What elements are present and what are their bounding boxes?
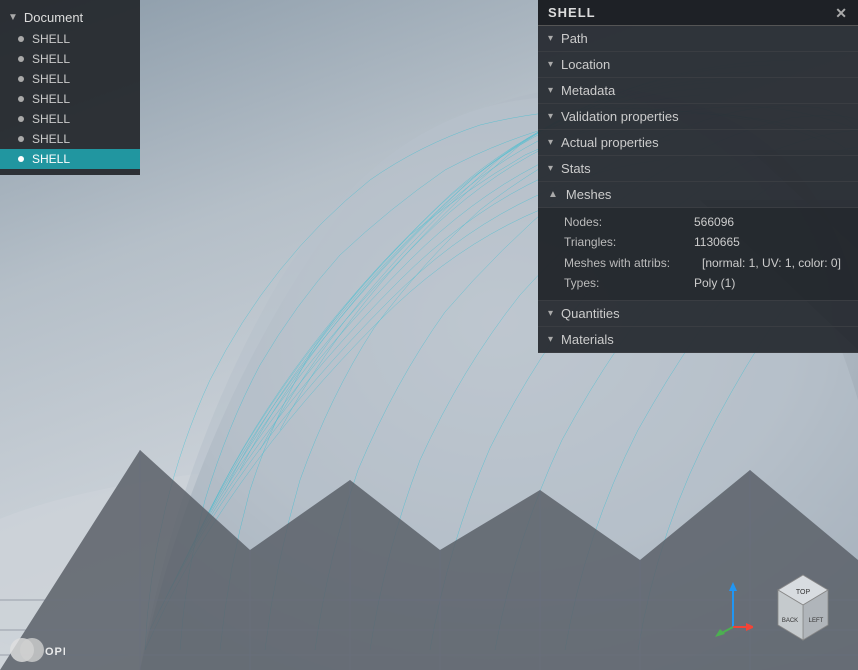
props-sections-container: ▾ Path ▾ Location ▾ Metadata ▾ Validation prope…	[538, 26, 858, 353]
tree-item-bullet	[18, 156, 24, 162]
tree-item-shell-2[interactable]: SHELL	[0, 69, 140, 89]
props-section-metadata[interactable]: ▾ Metadata	[538, 78, 858, 104]
tree-item-label: SHELL	[32, 72, 70, 86]
svg-text:TOP: TOP	[796, 589, 811, 596]
attribs-value: [normal: 1, UV: 1, color: 0]	[702, 253, 841, 273]
types-row: Types: Poly (1)	[564, 273, 848, 293]
tree-collapse-icon[interactable]: ▼	[8, 12, 18, 23]
section-chevron-icon: ▲	[548, 189, 558, 200]
props-section-path[interactable]: ▾ Path	[538, 26, 858, 52]
tree-item-label: SHELL	[32, 52, 70, 66]
tree-item-bullet	[18, 96, 24, 102]
section-chevron-icon: ▾	[548, 33, 553, 44]
section-chevron-icon: ▾	[548, 334, 553, 345]
close-button[interactable]: ✕	[835, 6, 848, 20]
nodes-value: 566096	[694, 212, 734, 232]
section-chevron-icon: ▾	[548, 85, 553, 96]
nodes-row: Nodes: 566096	[564, 212, 848, 232]
tree-item-label: SHELL	[32, 112, 70, 126]
triangles-value: 1130665	[694, 232, 740, 252]
tree-item-label: SHELL	[32, 152, 70, 166]
axis-arrows	[713, 577, 753, 640]
triangles-label: Triangles:	[564, 232, 694, 252]
section-label: Location	[561, 57, 610, 72]
props-section-quantities[interactable]: ▾ Quantities	[538, 301, 858, 327]
attribs-row: Meshes with attribs: [normal: 1, UV: 1, …	[564, 253, 848, 273]
props-section-actual-properties[interactable]: ▾ Actual properties	[538, 130, 858, 156]
open-label: OPEN	[45, 646, 65, 658]
tree-item-label: SHELL	[32, 132, 70, 146]
section-chevron-icon: ▾	[548, 163, 553, 174]
tree-item-bullet	[18, 56, 24, 62]
section-chevron-icon: ▾	[548, 308, 553, 319]
tree-item-label: SHELL	[32, 92, 70, 106]
props-section-stats[interactable]: ▾ Stats	[538, 156, 858, 182]
section-label: Metadata	[561, 83, 615, 98]
tree-item-label: SHELL	[32, 32, 70, 46]
svg-text:BACK: BACK	[782, 618, 798, 624]
section-chevron-icon: ▾	[548, 137, 553, 148]
types-label: Types:	[564, 273, 694, 293]
document-tree-panel: ▼ Document SHELLSHELLSHELLSHELLSHELLSHEL…	[0, 0, 140, 175]
tree-item-shell-6[interactable]: SHELL	[0, 149, 140, 169]
types-value: Poly (1)	[694, 273, 735, 293]
svg-text:LEFT: LEFT	[809, 618, 824, 624]
tree-item-shell-0[interactable]: SHELL	[0, 29, 140, 49]
props-section-meshes[interactable]: ▲ Meshes	[538, 182, 858, 208]
tree-item-shell-3[interactable]: SHELL	[0, 89, 140, 109]
tree-item-bullet	[18, 116, 24, 122]
tree-title: Document	[24, 10, 83, 25]
tree-item-shell-4[interactable]: SHELL	[0, 109, 140, 129]
props-section-location[interactable]: ▾ Location	[538, 52, 858, 78]
props-title: SHELL	[548, 5, 596, 20]
nodes-label: Nodes:	[564, 212, 694, 232]
section-label: Actual properties	[561, 135, 659, 150]
props-title-bar: SHELL ✕	[538, 0, 858, 26]
section-label: Stats	[561, 161, 591, 176]
section-label: Meshes	[566, 187, 612, 202]
meshes-content: Nodes: 566096 Triangles: 1130665 Meshes …	[538, 208, 858, 301]
tree-items-container: SHELL SHELL SHELL SHELL SHELL SHELL SHELL	[0, 29, 140, 169]
section-chevron-icon: ▾	[548, 59, 553, 70]
section-label: Path	[561, 31, 588, 46]
tree-item-bullet	[18, 36, 24, 42]
props-section-validation-properties[interactable]: ▾ Validation properties	[538, 104, 858, 130]
section-label: Materials	[561, 332, 614, 347]
tree-header: ▼ Document	[0, 6, 140, 29]
tree-item-bullet	[18, 76, 24, 82]
attribs-label: Meshes with attribs:	[564, 253, 694, 273]
nav-cube[interactable]: TOP BACK LEFT	[758, 560, 848, 650]
tree-item-bullet	[18, 136, 24, 142]
props-section-materials[interactable]: ▾ Materials	[538, 327, 858, 353]
properties-panel: SHELL ✕ ▾ Path ▾ Location ▾ Metadata ▾ Validati…	[538, 0, 858, 353]
section-label: Validation properties	[561, 109, 679, 124]
section-label: Quantities	[561, 306, 620, 321]
open-logo: OPEN	[10, 630, 65, 665]
tree-item-shell-5[interactable]: SHELL	[0, 129, 140, 149]
triangles-row: Triangles: 1130665	[564, 232, 848, 252]
section-chevron-icon: ▾	[548, 111, 553, 122]
tree-item-shell-1[interactable]: SHELL	[0, 49, 140, 69]
